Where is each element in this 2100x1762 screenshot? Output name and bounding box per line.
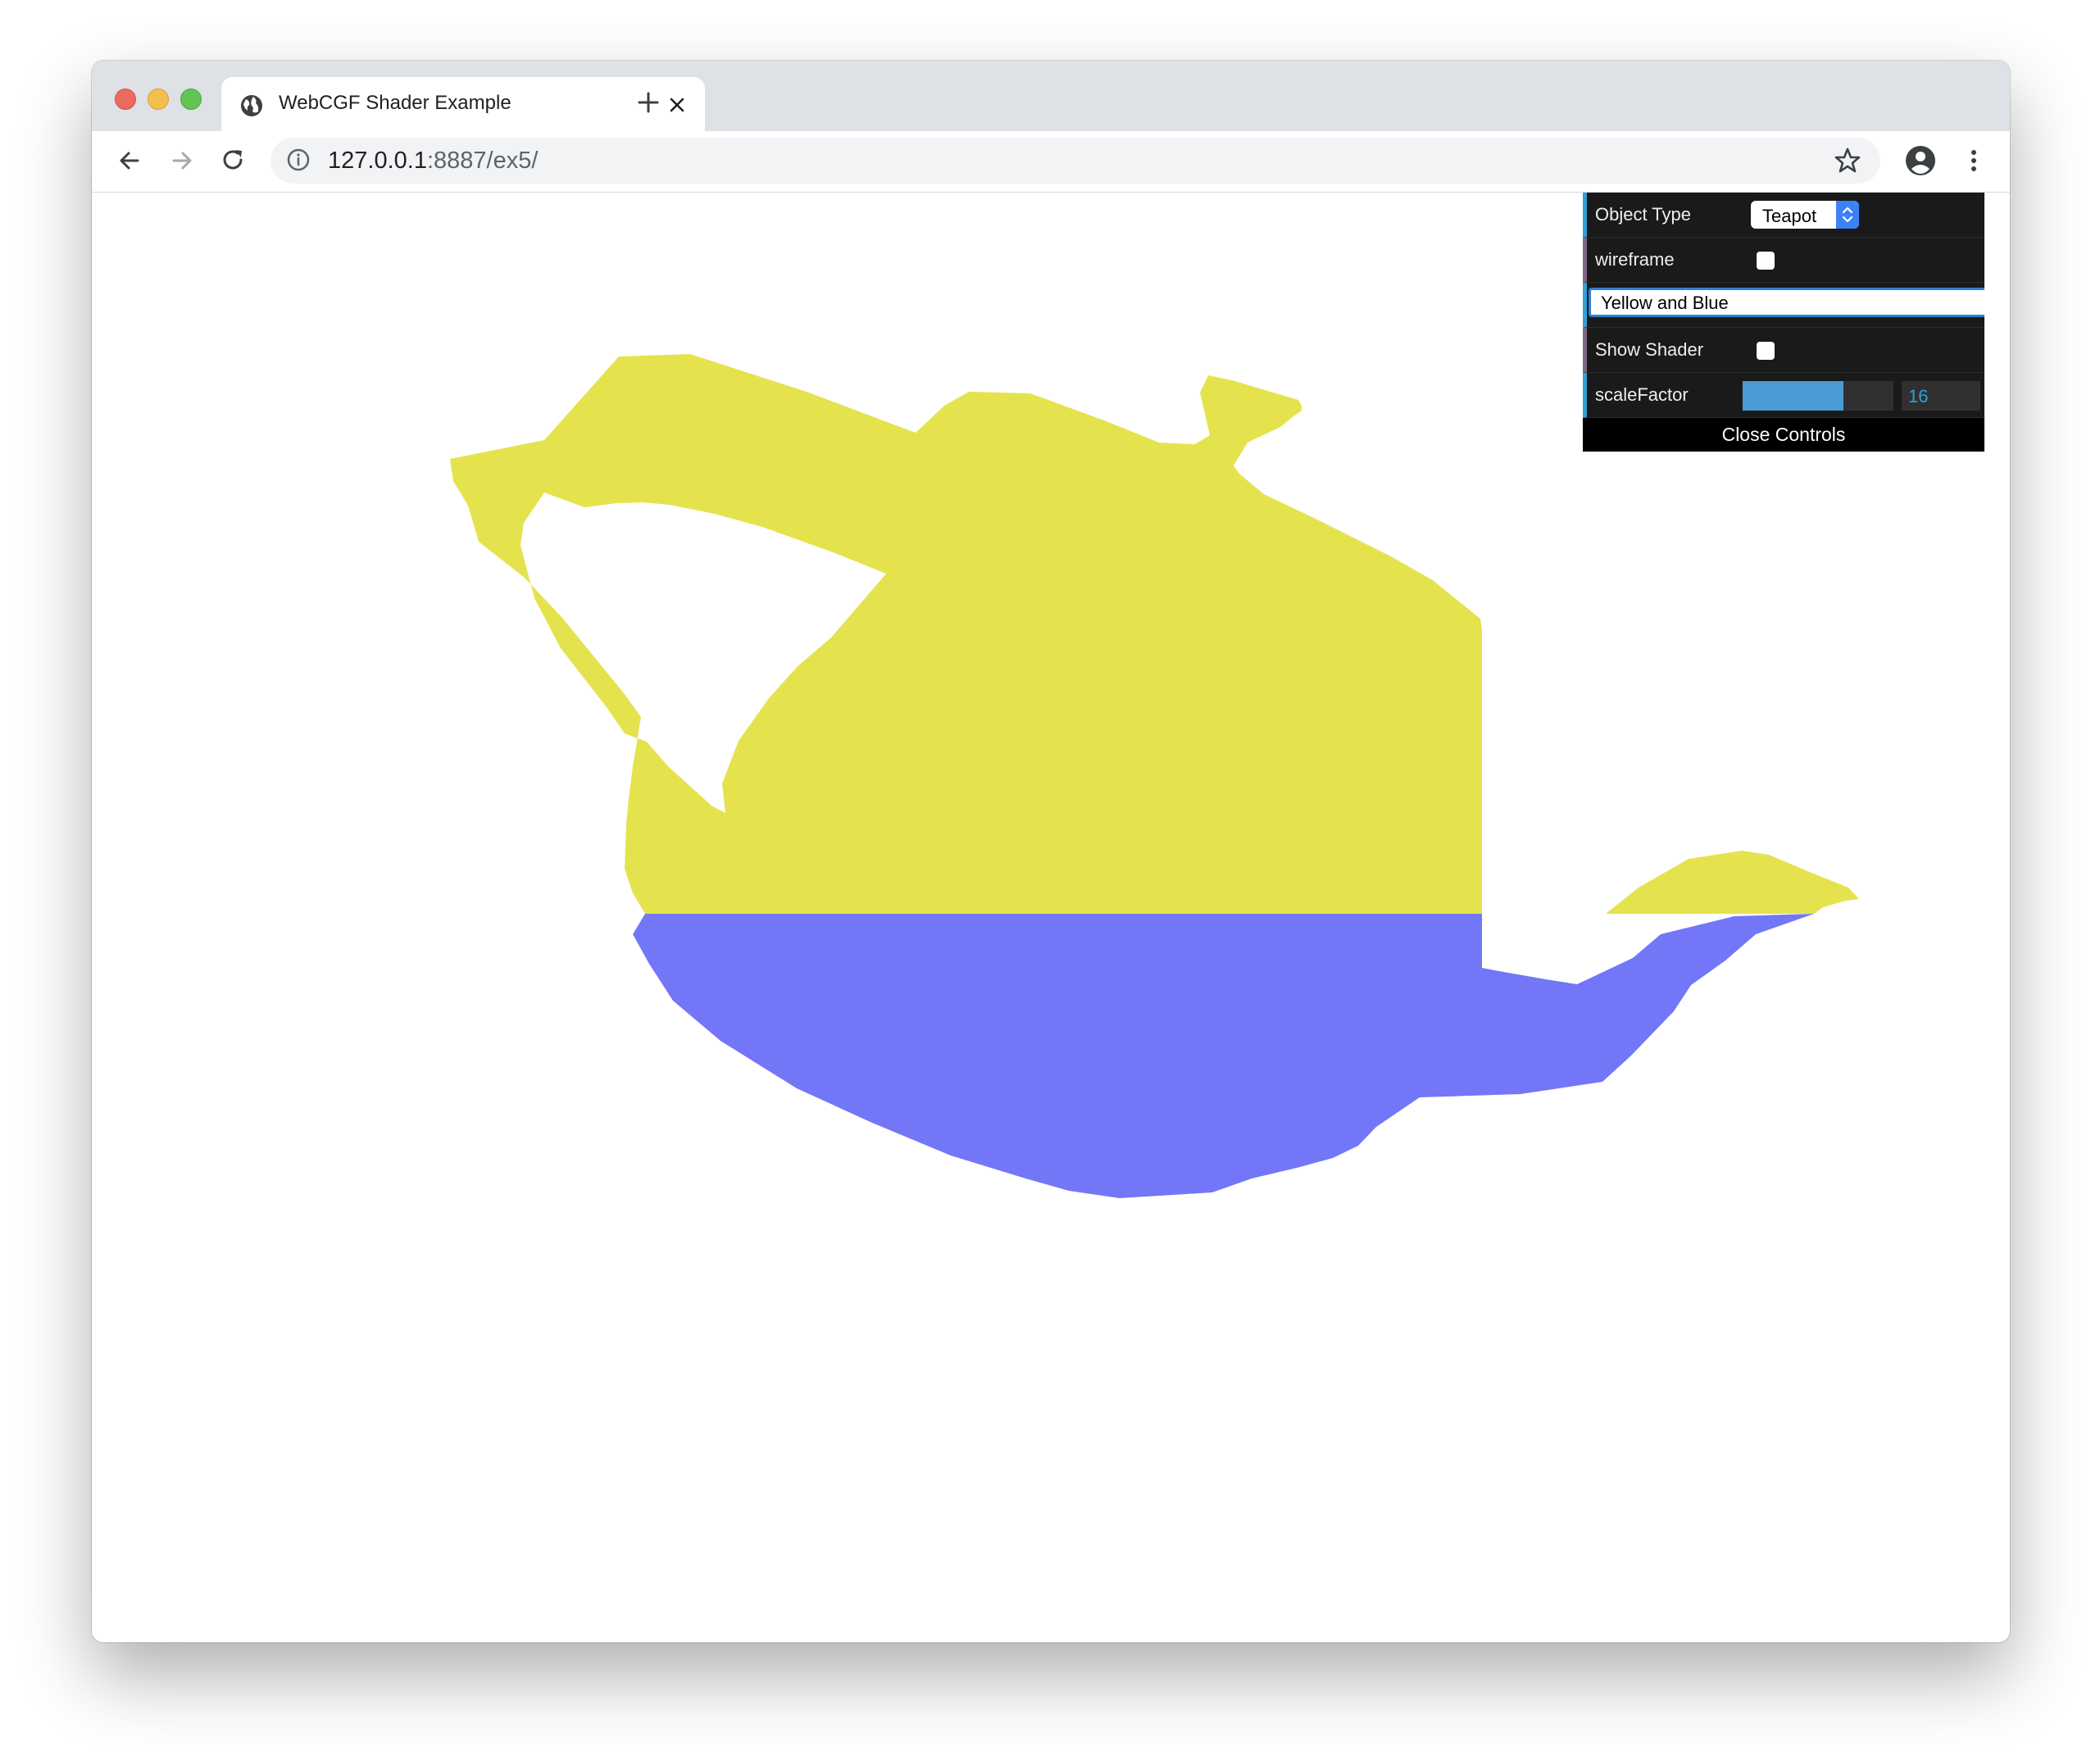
scale-factor-label: scaleFactor xyxy=(1595,384,1689,405)
url-host: 127.0.0.1 xyxy=(328,148,427,174)
teapot-model xyxy=(450,354,1859,1198)
object-type-label: Object Type xyxy=(1595,204,1691,225)
tab-title: WebCGF Shader Example xyxy=(279,92,511,114)
tab-active[interactable]: WebCGF Shader Example xyxy=(221,77,705,131)
show-shader-label: Show Shader xyxy=(1595,339,1704,360)
new-tab-icon[interactable] xyxy=(636,90,661,115)
back-arrow-icon[interactable] xyxy=(115,146,144,175)
minimize-window-button[interactable] xyxy=(148,89,169,110)
scale-factor-row: scaleFactor 16 xyxy=(1583,373,1984,418)
menu-dots-icon[interactable] xyxy=(1959,146,1989,175)
shader-row: Yellow and Blue xyxy=(1583,283,1984,328)
teapot-bottom-half xyxy=(633,914,1814,1198)
object-type-select[interactable]: Teapot xyxy=(1751,201,1859,229)
dat-gui-panel: Object Type Teapot wireframe Yellow and … xyxy=(1583,193,1984,452)
select-arrows xyxy=(1836,201,1859,229)
forward-arrow-icon[interactable] xyxy=(167,146,197,175)
browser-window: WebCGF Shader Example 127.0.0.1:8887/ex5… xyxy=(92,61,2010,1642)
zoom-window-button[interactable] xyxy=(180,89,202,110)
star-icon[interactable] xyxy=(1833,146,1862,175)
info-icon[interactable] xyxy=(285,147,311,173)
object-type-row: Object Type Teapot xyxy=(1583,193,1984,238)
page-content: Object Type Teapot wireframe Yellow and … xyxy=(92,193,2010,1642)
url-text: 127.0.0.1:8887/ex5/ xyxy=(328,148,538,175)
url-path: :8887/ex5/ xyxy=(426,148,539,174)
show-shader-checkbox[interactable] xyxy=(1757,342,1775,360)
address-bar[interactable]: 127.0.0.1:8887/ex5/ xyxy=(270,138,1880,184)
shader-value: Yellow and Blue xyxy=(1601,293,1729,313)
scale-factor-input[interactable]: 16 xyxy=(1902,381,1980,411)
wireframe-label: wireframe xyxy=(1595,249,1675,270)
reload-icon[interactable] xyxy=(219,146,248,175)
scale-factor-value: 16 xyxy=(1908,386,1929,406)
wireframe-row: wireframe xyxy=(1583,238,1984,283)
close-controls-button[interactable]: Close Controls xyxy=(1583,418,1984,452)
globe-icon xyxy=(241,95,262,116)
object-type-value: Teapot xyxy=(1762,206,1817,226)
scale-factor-slider-fill xyxy=(1743,381,1844,411)
scale-factor-slider[interactable] xyxy=(1743,381,1893,411)
account-icon[interactable] xyxy=(1904,144,1937,177)
shader-select[interactable]: Yellow and Blue xyxy=(1589,288,1984,317)
show-shader-row: Show Shader xyxy=(1583,328,1984,373)
toolbar: 127.0.0.1:8887/ex5/ xyxy=(92,131,2010,193)
wireframe-checkbox[interactable] xyxy=(1757,252,1775,270)
tab-strip: WebCGF Shader Example xyxy=(92,61,2010,131)
close-window-button[interactable] xyxy=(115,89,136,110)
chevron-up-down-icon xyxy=(1842,207,1853,223)
close-icon[interactable] xyxy=(667,95,687,115)
